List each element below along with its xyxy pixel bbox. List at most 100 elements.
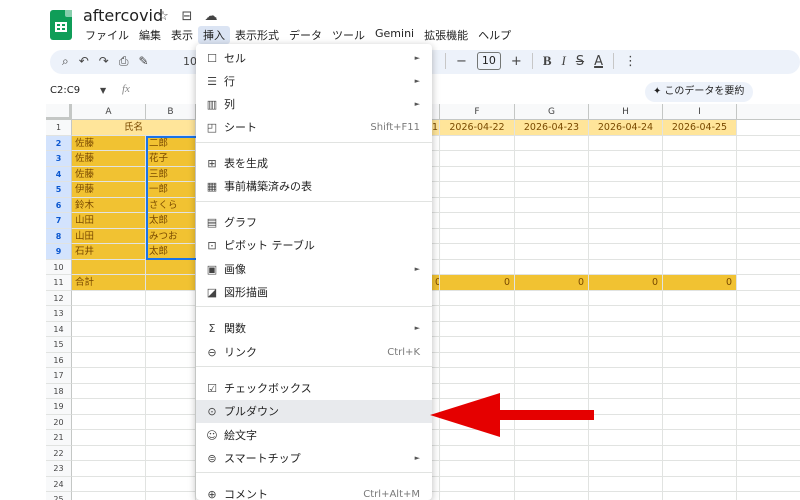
sheet-cell[interactable]	[432, 445, 440, 461]
sheet-cell[interactable]	[589, 321, 663, 337]
sheet-cell[interactable]	[737, 151, 800, 167]
date-header-cell[interactable]: 2026-04-24	[589, 120, 663, 136]
sheet-cell[interactable]	[146, 461, 196, 477]
sheet-cell[interactable]	[515, 259, 589, 275]
menu-extensions[interactable]: 拡張機能	[419, 26, 473, 44]
chevron-down-icon[interactable]: ▼	[100, 86, 106, 95]
sheet-cell[interactable]	[737, 415, 800, 430]
sheet-cell[interactable]: 1	[432, 120, 440, 136]
gemini-summarize-button[interactable]: ✦ このデータを要約	[645, 82, 753, 102]
sheet-cell[interactable]	[737, 229, 800, 244]
row-header[interactable]: 15	[46, 337, 72, 353]
cloud-status-icon[interactable]: ☁	[203, 9, 219, 24]
undo-icon[interactable]: ↶	[79, 54, 89, 69]
sheet-cell[interactable]	[663, 182, 737, 198]
sheet-cell[interactable]	[440, 228, 515, 244]
sheet-cell[interactable]	[440, 337, 515, 353]
sheet-cell[interactable]	[737, 213, 800, 229]
menu-item-generate-table[interactable]: ⊞ 表を生成	[196, 152, 432, 175]
sheet-cell[interactable]	[737, 136, 800, 151]
sheet-cell[interactable]	[663, 476, 737, 492]
sheet-cell[interactable]	[440, 321, 515, 337]
sheet-cell[interactable]: 佐藤	[72, 151, 146, 167]
sheet-cell[interactable]	[146, 337, 196, 353]
menu-item-comment[interactable]: ⊕ コメント Ctrl+Alt+M	[196, 483, 432, 500]
print-icon[interactable]: ⎙	[119, 54, 129, 69]
row-header[interactable]: 11	[46, 275, 72, 291]
column-header[interactable]: H	[589, 104, 663, 120]
sheet-cell[interactable]	[146, 275, 196, 291]
italic-button[interactable]: I	[561, 53, 565, 69]
sheet-cell[interactable]	[146, 430, 196, 446]
sheet-cell[interactable]	[663, 259, 737, 275]
text-color-button[interactable]: A	[594, 54, 603, 69]
sheet-cell[interactable]	[663, 228, 737, 244]
menu-gemini[interactable]: Gemini	[370, 26, 419, 44]
row-header[interactable]: 18	[46, 383, 72, 399]
sheet-cell[interactable]	[72, 306, 146, 322]
row-header[interactable]: 13	[46, 306, 72, 322]
column-header[interactable]: G	[515, 104, 589, 120]
sheet-cell[interactable]	[440, 151, 515, 167]
sheet-cell[interactable]	[589, 244, 663, 260]
menu-item-drawing[interactable]: ◪ 図形描画	[196, 281, 432, 304]
menu-tools[interactable]: ツール	[327, 26, 370, 44]
sheet-cell[interactable]	[72, 383, 146, 399]
decrease-font-size-button[interactable]: −	[456, 54, 467, 69]
sheet-cell[interactable]	[737, 353, 800, 368]
sheet-cell[interactable]	[663, 244, 737, 260]
sheet-cell[interactable]	[146, 290, 196, 306]
sheet-cell[interactable]: 太郎	[146, 213, 196, 229]
sheet-cell[interactable]	[72, 321, 146, 337]
sheet-cell[interactable]	[663, 290, 737, 306]
sheet-cell[interactable]	[432, 166, 440, 182]
sheet-cell[interactable]	[440, 352, 515, 368]
menu-view[interactable]: 表示	[166, 26, 198, 44]
sheet-cell[interactable]	[589, 306, 663, 322]
row-header[interactable]: 14	[46, 321, 72, 337]
menu-item-sheet[interactable]: ◰ シート Shift+F11	[196, 116, 432, 139]
row-header[interactable]: 22	[46, 445, 72, 461]
sheet-cell[interactable]	[663, 399, 737, 415]
row-header[interactable]: 9	[46, 244, 72, 260]
sheet-cell[interactable]	[72, 352, 146, 368]
row-header[interactable]: 2	[46, 135, 72, 151]
sheet-cell[interactable]	[440, 306, 515, 322]
sheet-cell[interactable]	[432, 321, 440, 337]
menu-help[interactable]: ヘルプ	[473, 26, 516, 44]
menu-item-column[interactable]: ▥ 列 ►	[196, 93, 432, 116]
total-label-cell[interactable]: 合計	[72, 275, 146, 291]
sheet-cell[interactable]	[589, 352, 663, 368]
sheet-cell[interactable]	[432, 306, 440, 322]
sheet-cell[interactable]	[737, 430, 800, 446]
sheet-cell[interactable]: 石井	[72, 244, 146, 260]
sheet-cell[interactable]	[589, 383, 663, 399]
sheet-cell[interactable]	[663, 135, 737, 151]
sheet-cell[interactable]	[663, 213, 737, 229]
total-value-cell[interactable]: 0	[515, 275, 589, 291]
sheet-cell[interactable]: みつお	[146, 228, 196, 244]
sheet-cell[interactable]	[515, 213, 589, 229]
sheet-cell[interactable]	[737, 306, 800, 322]
sheet-cell[interactable]	[737, 182, 800, 198]
sheet-cell[interactable]	[663, 492, 737, 500]
sheet-cell[interactable]: 三郎	[146, 166, 196, 182]
sheet-cell[interactable]: 花子	[146, 151, 196, 167]
row-header[interactable]: 8	[46, 228, 72, 244]
sheet-cell[interactable]	[589, 213, 663, 229]
sheet-cell[interactable]	[72, 414, 146, 430]
column-header[interactable]: F	[440, 104, 515, 120]
sheet-cell[interactable]	[589, 492, 663, 500]
sheet-cell[interactable]	[663, 414, 737, 430]
sheet-cell[interactable]	[146, 414, 196, 430]
sheet-cell[interactable]	[440, 368, 515, 384]
sheet-cell[interactable]	[146, 492, 196, 500]
menu-item-dropdown[interactable]: ⊙ プルダウン	[196, 400, 432, 423]
sheet-cell[interactable]	[440, 244, 515, 260]
sheet-cell[interactable]	[146, 352, 196, 368]
sheet-cell[interactable]: 山田	[72, 228, 146, 244]
row-header[interactable]: 1	[46, 120, 72, 136]
sheet-cell[interactable]	[737, 461, 800, 477]
sheet-cell[interactable]: 山田	[72, 213, 146, 229]
sheet-cell[interactable]	[663, 352, 737, 368]
